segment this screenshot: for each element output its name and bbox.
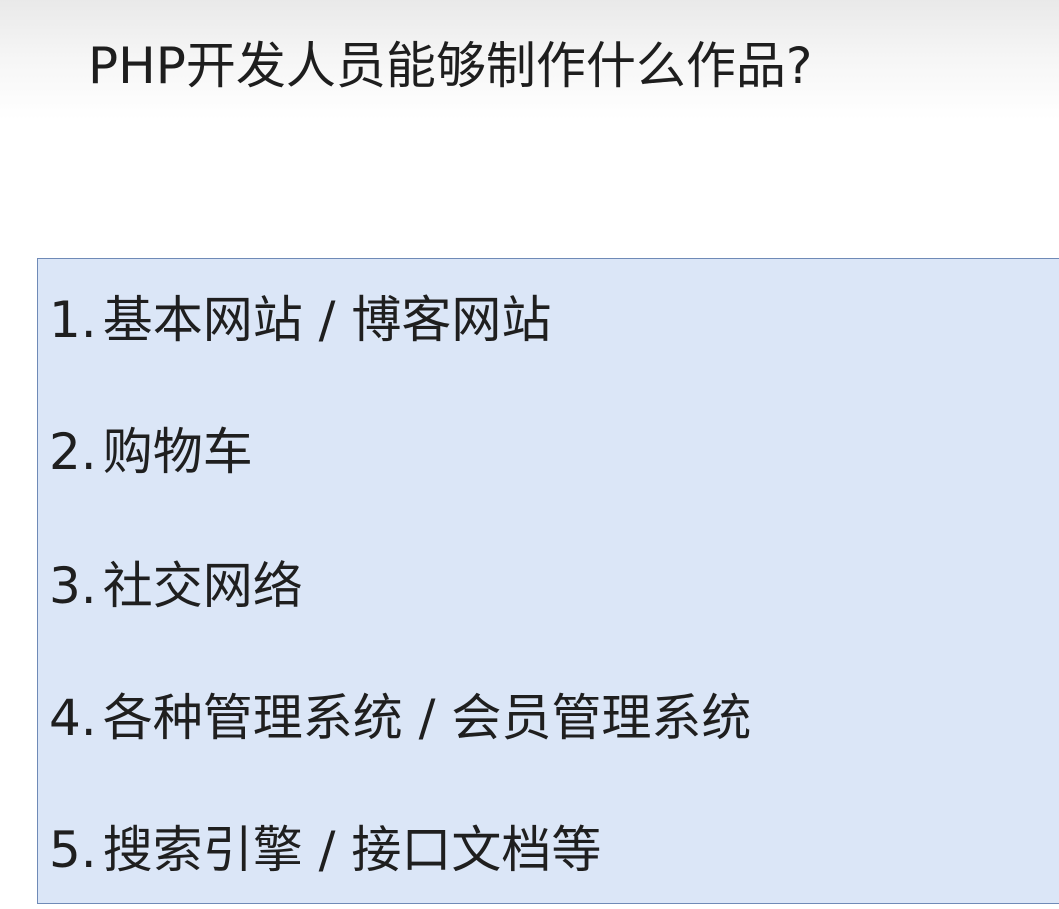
list-item-text: 各种管理系统 / 会员管理系统 xyxy=(102,689,752,747)
list-item-number: 3. xyxy=(49,557,97,615)
list-item-number: 5. xyxy=(49,821,97,879)
list-item-2: 2. 购物车 xyxy=(49,417,253,487)
list-item-text: 社交网络 xyxy=(102,557,303,615)
content-box: 1. 基本网站 / 博客网站 2. 购物车 3. 社交网络 4. 各种管理系统 / 会员… xyxy=(37,258,1059,904)
list-item-4: 4. 各种管理系统 / 会员管理系统 xyxy=(49,683,751,753)
list-item-3: 3. 社交网络 xyxy=(49,551,303,621)
list-item-1: 1. 基本网站 / 博客网站 xyxy=(49,285,551,355)
list-item-text: 购物车 xyxy=(102,423,253,481)
list-item-5: 5. 搜索引擎 / 接口文档等 xyxy=(49,815,601,885)
list-item-text: 基本网站 / 博客网站 xyxy=(102,291,552,349)
slide-title: PHP开发人员能够制作什么作品? xyxy=(88,37,813,95)
list-item-number: 2. xyxy=(49,423,97,481)
list-item-text: 搜索引擎 / 接口文档等 xyxy=(102,821,602,879)
list-item-number: 1. xyxy=(49,291,97,349)
list-item-number: 4. xyxy=(49,689,97,747)
